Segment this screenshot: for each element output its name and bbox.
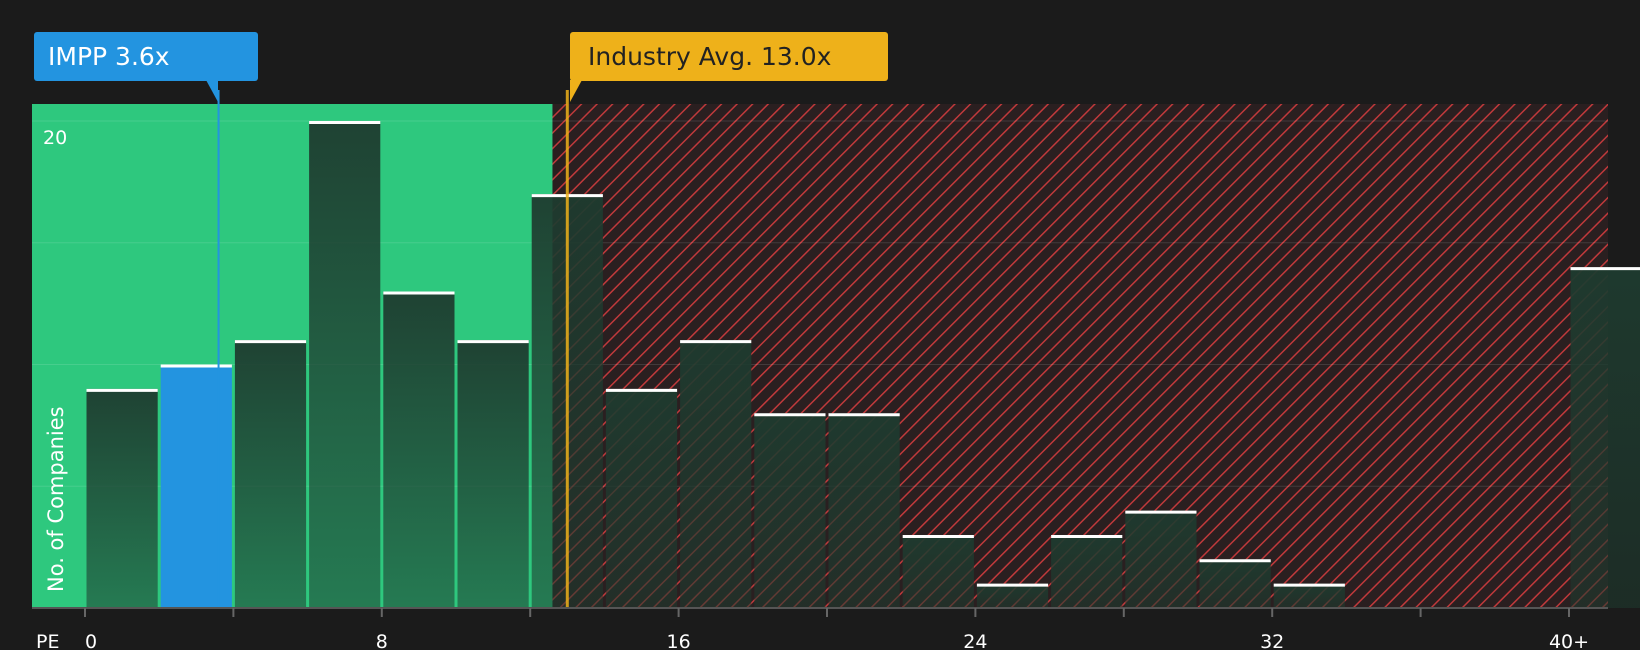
histogram-bar [754, 413, 826, 608]
histogram-bar [902, 534, 974, 608]
histogram-bar [605, 388, 678, 608]
histogram-bar [680, 340, 752, 608]
x-tick-label: 32 [1260, 631, 1284, 650]
histogram-bar [309, 121, 381, 608]
x-tick-label: 24 [963, 631, 987, 650]
y-axis-label: No. of Companies [44, 406, 68, 592]
histogram-bar [1199, 559, 1271, 608]
company-bar [160, 364, 232, 608]
industry-average-label: Industry Avg. 13.0x [588, 42, 832, 71]
histogram-bar [234, 340, 307, 608]
industry-average-callout: Industry Avg. 13.0x [570, 32, 888, 102]
company-pe-callout: IMPP 3.6x [34, 32, 258, 102]
x-tick-label: 8 [376, 631, 388, 650]
histogram-bar [383, 291, 455, 608]
pe-distribution-chart: 0 8 16 24 32 40+ PE 20 No. of Companies [32, 90, 1640, 650]
x-axis-label: PE [36, 631, 59, 650]
company-pe-label: IMPP 3.6x [48, 42, 170, 71]
x-tick-label: 0 [85, 631, 97, 650]
y-tick-label: 20 [43, 127, 67, 149]
histogram-bar [1051, 534, 1123, 608]
histogram-bar [457, 340, 529, 608]
x-tick-label: 16 [667, 631, 691, 650]
histogram-bar [828, 413, 900, 608]
histogram-bar [1570, 267, 1640, 608]
histogram-bar [86, 388, 158, 608]
x-tick-label: 40+ [1549, 631, 1589, 650]
histogram-bar [976, 583, 1049, 608]
histogram-bar [1125, 510, 1197, 608]
x-axis-ticks: 0 8 16 24 32 40+ [84, 608, 1589, 650]
histogram-bar [1273, 583, 1345, 608]
